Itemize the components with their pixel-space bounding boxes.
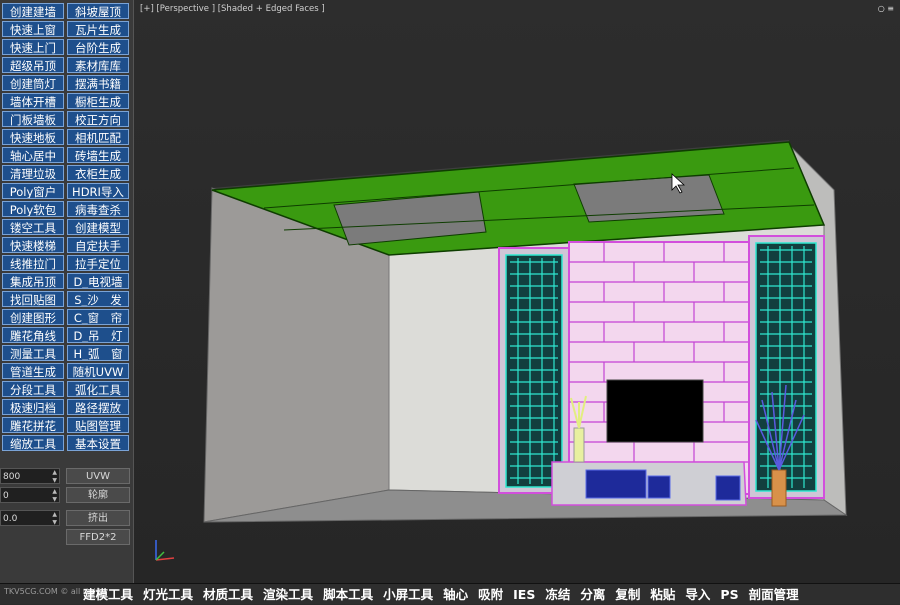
viewport-nav-icon[interactable]: ○ ≡ xyxy=(878,4,894,13)
bottom-tool-item[interactable]: 材质工具 xyxy=(198,584,258,605)
bottom-tool-item[interactable]: 灯光工具 xyxy=(138,584,198,605)
bottom-tool-item[interactable]: 复制 xyxy=(610,584,645,605)
spinner-row-uvw: 800 ▲ ▼ UVW xyxy=(0,468,133,486)
axis-gizmo-icon xyxy=(155,540,175,561)
bottom-tool-item[interactable]: 建模工具 xyxy=(78,584,138,605)
tool-button-left[interactable]: 测量工具 xyxy=(2,345,64,361)
spinner-value: 0 xyxy=(3,491,9,501)
tool-button-left[interactable]: 创建图形 xyxy=(2,309,64,325)
tool-button-left[interactable]: 雕花拼花 xyxy=(2,417,64,433)
tool-button-left[interactable]: 管道生成 xyxy=(2,363,64,379)
tool-button-right[interactable]: D_电视墙 xyxy=(67,273,129,289)
brick-tv-wall xyxy=(568,241,750,495)
tool-button-right[interactable]: 病毒查杀 xyxy=(67,201,129,217)
tool-button-right[interactable]: 基本设置 xyxy=(67,435,129,451)
tool-button-right[interactable]: 素材库库 xyxy=(67,57,129,73)
bottom-tool-item[interactable]: 剖面管理 xyxy=(744,584,804,605)
bottom-tool-item[interactable]: 渲染工具 xyxy=(258,584,318,605)
spinner-row-extrude: 0.0 ▲ ▼ 挤出 xyxy=(0,510,133,528)
tool-button-left[interactable]: 雕花角线 xyxy=(2,327,64,343)
tool-button-left[interactable]: 快速楼梯 xyxy=(2,237,64,253)
tool-button-right[interactable]: HDRI导入 xyxy=(67,183,129,199)
tool-button-left[interactable]: 快速上窗 xyxy=(2,21,64,37)
tool-button-right[interactable]: 弧化工具 xyxy=(67,381,129,397)
uvw-value-spinner[interactable]: 800 ▲ ▼ xyxy=(0,468,60,484)
tool-button-left[interactable]: 极速归档 xyxy=(2,399,64,415)
tool-button-right[interactable]: C_窗 帘 xyxy=(67,309,129,325)
extrude-button[interactable]: 挤出 xyxy=(66,510,130,526)
bottom-tool-list: 建模工具 灯光工具 材质工具 渲染工具 脚本工具 小屏工具 轴心 吸附 IES 冻结 分离 复制 粘贴导… xyxy=(78,584,804,605)
tool-sidebar: 创建建墙 斜坡屋顶 快速上窗 瓦片生成 快速上门 台阶生成 超级吊顶 素材库库 创建筒灯 摆满书籍… xyxy=(0,0,133,604)
tool-button-left[interactable]: Poly窗户 xyxy=(2,183,64,199)
tool-button-right[interactable]: D_吊 灯 xyxy=(67,327,129,343)
bottom-tool-item[interactable]: PS xyxy=(715,584,743,605)
tool-button-right[interactable]: 校正方向 xyxy=(67,111,129,127)
cabinet-books-right xyxy=(715,475,741,501)
bottom-tool-item[interactable]: 冻结 xyxy=(540,584,575,605)
tool-button-grid: 创建建墙 斜坡屋顶 快速上窗 瓦片生成 快速上门 台阶生成 超级吊顶 素材库库 创建筒灯 摆满书籍… xyxy=(2,3,130,451)
tool-button-right[interactable]: 随机UVW xyxy=(67,363,129,379)
perspective-viewport[interactable]: [+] [Perspective ] [Shaded + Edged Faces… xyxy=(133,0,900,583)
tool-button-right[interactable]: 瓦片生成 xyxy=(67,21,129,37)
outline-button[interactable]: 轮廓 xyxy=(66,487,130,503)
tool-button-left[interactable]: 清理垃圾 xyxy=(2,165,64,181)
tool-button-right[interactable]: 创建模型 xyxy=(67,219,129,235)
tool-button-right[interactable]: 台阶生成 xyxy=(67,39,129,55)
tool-button-right[interactable]: 摆满书籍 xyxy=(67,75,129,91)
spinner-row-ffd: FFD2*2 xyxy=(0,529,133,547)
spinner-arrows-icon[interactable]: ▲ ▼ xyxy=(52,469,57,485)
bottom-tool-item[interactable]: 分离 xyxy=(575,584,610,605)
tv-screen xyxy=(606,379,704,443)
tool-button-left[interactable]: 集成吊顶 xyxy=(2,273,64,289)
bottom-tool-item[interactable]: IES xyxy=(508,584,540,605)
tool-button-left[interactable]: 门板墙板 xyxy=(2,111,64,127)
tool-button-left[interactable]: Poly软包 xyxy=(2,201,64,217)
scene-render xyxy=(155,140,848,561)
outline-value-spinner[interactable]: 0 ▲ ▼ xyxy=(0,487,60,503)
bottom-tool-item[interactable]: 粘贴 xyxy=(645,584,680,605)
bottom-tool-item[interactable]: 脚本工具 xyxy=(318,584,378,605)
vase-left xyxy=(573,427,585,463)
tool-button-right[interactable]: 砖墙生成 xyxy=(67,147,129,163)
cabinet-books-mid xyxy=(647,475,671,499)
spinner-arrows-icon[interactable]: ▲ ▼ xyxy=(52,511,57,527)
ffd-button[interactable]: FFD2*2 xyxy=(66,529,130,545)
tool-button-left[interactable]: 找回贴图 xyxy=(2,291,64,307)
tool-button-left[interactable]: 轴心居中 xyxy=(2,147,64,163)
bottom-tool-item[interactable]: 轴心 xyxy=(438,584,473,605)
bottom-tool-item[interactable]: 吸附 xyxy=(473,584,508,605)
tool-button-right[interactable]: S_沙 发 xyxy=(67,291,129,307)
tool-button-right[interactable]: 路径摆放 xyxy=(67,399,129,415)
tool-button-right[interactable]: 自定扶手 xyxy=(67,237,129,253)
spinner-value: 800 xyxy=(3,472,21,482)
viewport-label[interactable]: [+] [Perspective ] [Shaded + Edged Faces… xyxy=(140,4,325,14)
tool-button-right[interactable]: 相机匹配 xyxy=(67,129,129,145)
spinner-arrows-icon[interactable]: ▲ ▼ xyxy=(52,488,57,504)
tool-button-left[interactable]: 镂空工具 xyxy=(2,219,64,235)
bottom-tool-item[interactable]: 导入 xyxy=(680,584,715,605)
tool-button-left[interactable]: 快速地板 xyxy=(2,129,64,145)
tool-button-left[interactable]: 快速上门 xyxy=(2,39,64,55)
bottom-tool-item[interactable]: 小屏工具 xyxy=(378,584,438,605)
tool-button-left[interactable]: 墙体开槽 xyxy=(2,93,64,109)
extrude-value-spinner[interactable]: 0.0 ▲ ▼ xyxy=(0,510,60,526)
uvw-button[interactable]: UVW xyxy=(66,468,130,484)
spinner-row-outline: 0 ▲ ▼ 轮廓 xyxy=(0,487,133,505)
cabinet-books-left xyxy=(585,469,647,499)
tool-button-right[interactable]: 斜坡屋顶 xyxy=(67,3,129,19)
tool-button-right[interactable]: H_弧 窗 xyxy=(67,345,129,361)
tool-button-right[interactable]: 橱柜生成 xyxy=(67,93,129,109)
tool-button-left[interactable]: 线推拉门 xyxy=(2,255,64,271)
tool-button-left[interactable]: 分段工具 xyxy=(2,381,64,397)
tool-button-right[interactable]: 拉手定位 xyxy=(67,255,129,271)
tool-button-left[interactable]: 创建建墙 xyxy=(2,3,64,19)
tool-button-left[interactable]: 创建筒灯 xyxy=(2,75,64,91)
vase-right xyxy=(771,469,787,507)
tool-button-right[interactable]: 衣柜生成 xyxy=(67,165,129,181)
tool-button-left[interactable]: 缩放工具 xyxy=(2,435,64,451)
tool-button-left[interactable]: 超级吊顶 xyxy=(2,57,64,73)
bottom-toolbar: TKV5CG.COM © all rights 建模工具 灯光工具 材质工具 渲染工具… xyxy=(0,583,900,604)
tool-button-right[interactable]: 贴图管理 xyxy=(67,417,129,433)
spinner-value: 0.0 xyxy=(3,514,18,524)
